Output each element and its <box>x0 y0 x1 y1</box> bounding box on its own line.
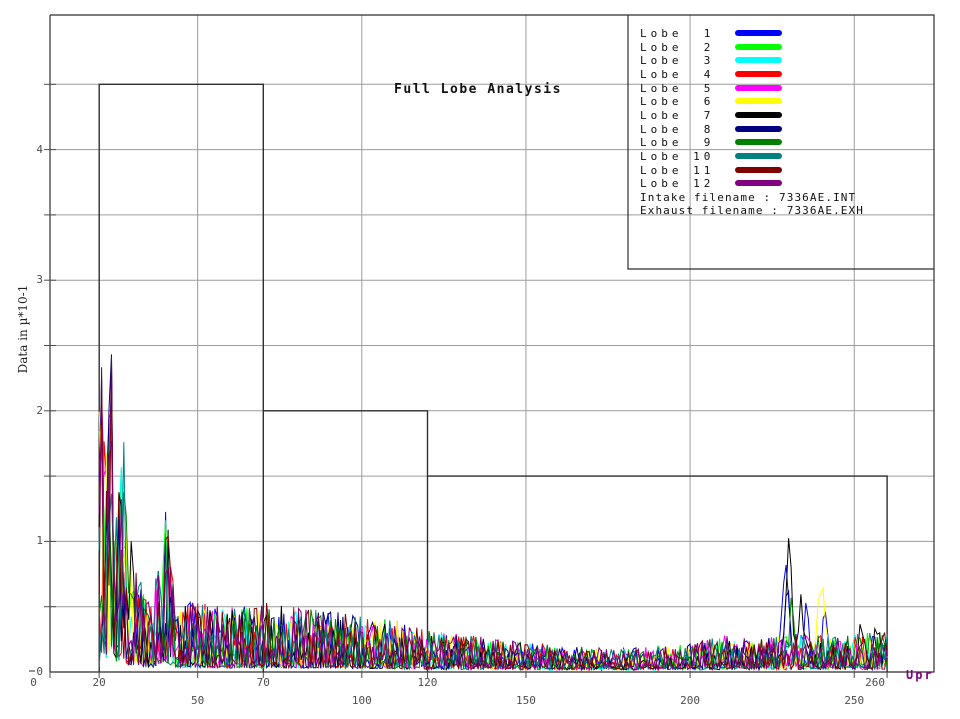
chart-canvas <box>0 0 960 719</box>
y-tick-label: 2 <box>19 404 43 417</box>
y-axis-title: Data in µ*10-1 <box>16 274 30 384</box>
chart-title: Full Lobe Analysis <box>330 82 626 97</box>
legend-color-bar <box>735 98 782 104</box>
series-line-lobe-8 <box>99 354 887 670</box>
limit-step-line <box>428 476 888 672</box>
x-tick-label: 100 <box>342 694 382 707</box>
legend-item-label: Lobe 8 <box>640 123 714 136</box>
intake-filename-text: Intake filename : 7336AE.INT <box>640 191 856 204</box>
chart-window: Full Lobe Analysis Data in µ*10-1 Upr Lo… <box>0 0 960 719</box>
x-axis-title: Upr <box>906 668 934 682</box>
legend-color-bar <box>735 139 782 145</box>
x-tick-label: 50 <box>178 694 218 707</box>
legend-color-bar <box>735 57 782 63</box>
series-line-lobe-2 <box>99 424 887 670</box>
legend-item-label: Lobe 10 <box>640 150 714 163</box>
y-tick-label: 0 <box>19 665 43 678</box>
legend-item-label: Lobe 1 <box>640 27 714 40</box>
legend-color-bar <box>735 167 782 173</box>
exhaust-filename-text: Exhaust filename : 7336AE.EXH <box>640 204 864 217</box>
legend-item-label: Lobe 2 <box>640 41 714 54</box>
legend-item-label: Lobe 12 <box>640 177 714 190</box>
legend-item-label: Lobe 3 <box>640 54 714 67</box>
x-tick-label: 200 <box>670 694 710 707</box>
legend-color-bar <box>735 180 782 186</box>
plot-border <box>50 15 934 672</box>
x-tick-label: 120 <box>407 676 447 689</box>
legend-color-bar <box>735 126 782 132</box>
x-tick-label: 260 <box>855 676 895 689</box>
legend-color-bar <box>735 112 782 118</box>
x-tick-label: 70 <box>243 676 283 689</box>
legend-color-bar <box>735 85 782 91</box>
legend-item-label: Lobe 9 <box>640 136 714 149</box>
legend-color-bar <box>735 153 782 159</box>
legend-item-label: Lobe 6 <box>640 95 714 108</box>
y-tick-label: 3 <box>19 273 43 286</box>
legend-item-label: Lobe 4 <box>640 68 714 81</box>
legend-item-label: Lobe 7 <box>640 109 714 122</box>
x-tick-label: 20 <box>79 676 119 689</box>
y-tick-label: 1 <box>19 534 43 547</box>
x-tick-label: 250 <box>834 694 874 707</box>
legend-color-bar <box>735 44 782 50</box>
legend-color-bar <box>735 30 782 36</box>
y-tick-label: 4 <box>19 143 43 156</box>
x-tick-label: 150 <box>506 694 546 707</box>
legend-item-label: Lobe 11 <box>640 164 714 177</box>
legend-color-bar <box>735 71 782 77</box>
legend-item-label: Lobe 5 <box>640 82 714 95</box>
